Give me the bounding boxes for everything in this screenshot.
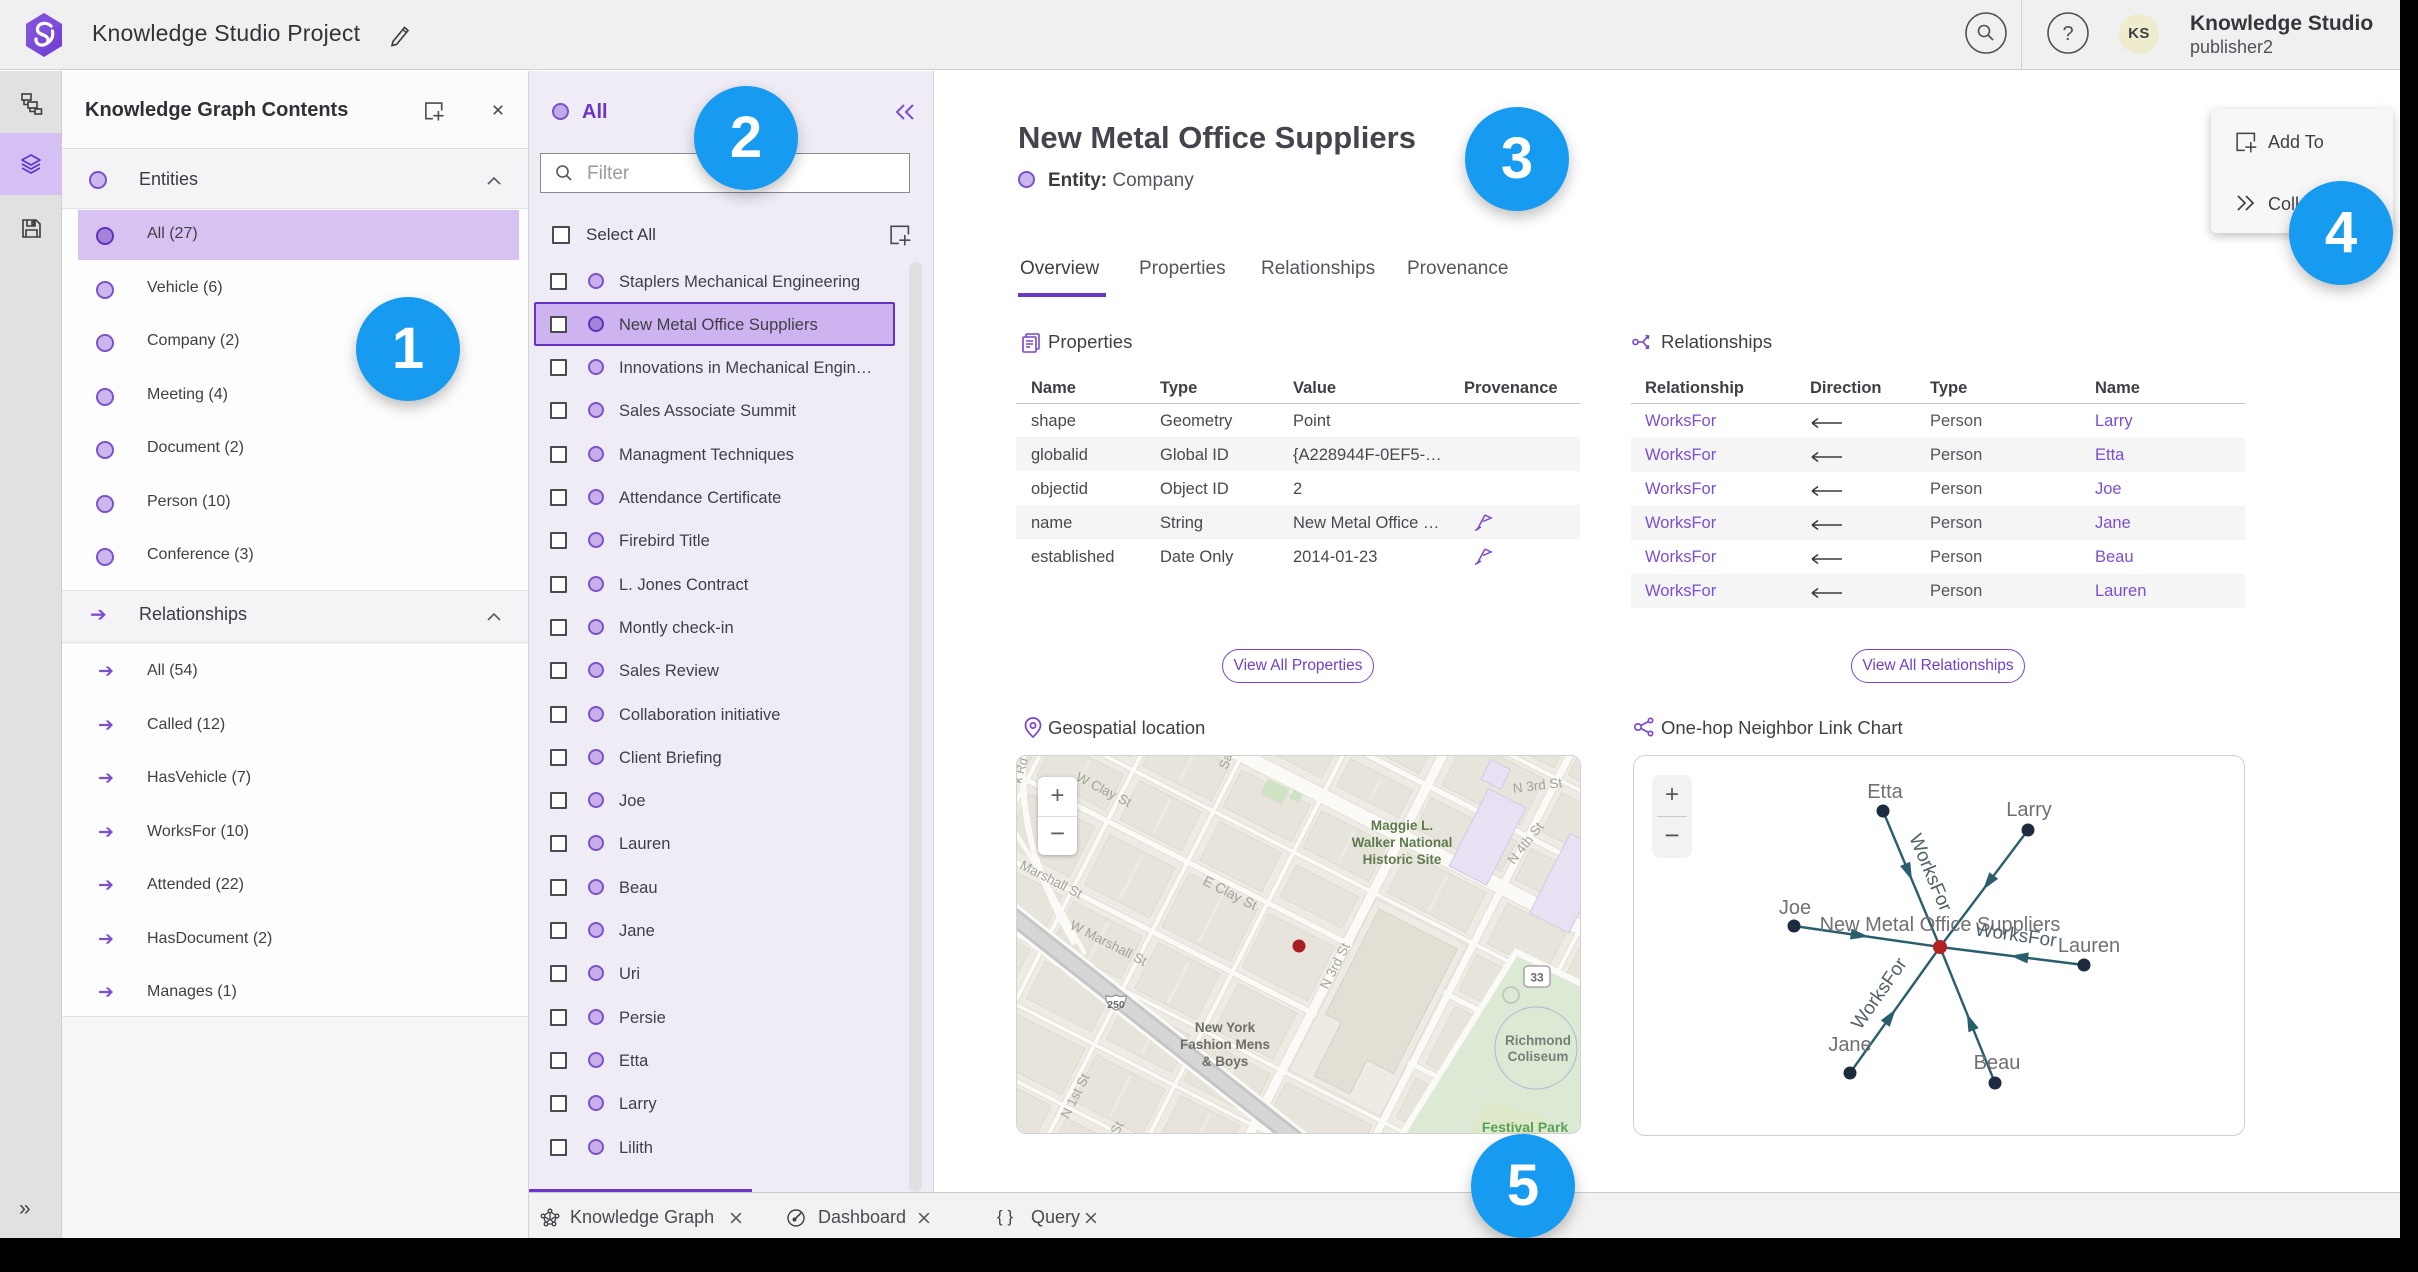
- svg-text:& Boys: & Boys: [1202, 1054, 1249, 1069]
- svg-text:Lauren: Lauren: [2058, 935, 2120, 957]
- svg-text:Coliseum: Coliseum: [1508, 1049, 1569, 1064]
- svg-text:Festival Park: Festival Park: [1482, 1119, 1569, 1134]
- svg-text:WorksFor: WorksFor: [1847, 954, 1912, 1034]
- svg-text:250: 250: [1107, 999, 1125, 1011]
- svg-text:Jane: Jane: [1828, 1034, 1871, 1056]
- svg-text:Maggie L.: Maggie L.: [1371, 818, 1433, 833]
- svg-text:Richmond: Richmond: [1505, 1033, 1571, 1048]
- svg-text:Fashion Mens: Fashion Mens: [1180, 1037, 1270, 1052]
- svg-text:Beau: Beau: [1974, 1052, 2021, 1074]
- svg-text:Larry: Larry: [2006, 799, 2052, 821]
- svg-text:Walker National: Walker National: [1352, 835, 1453, 850]
- svg-text:Joe: Joe: [1779, 897, 1811, 919]
- svg-text:33: 33: [1530, 971, 1544, 985]
- svg-text:?: ?: [2062, 23, 2073, 45]
- svg-text:Etta: Etta: [1867, 781, 1903, 803]
- svg-text:Historic Site: Historic Site: [1363, 852, 1442, 867]
- svg-text:New York: New York: [1195, 1020, 1256, 1035]
- svg-text:WorksFor: WorksFor: [1904, 831, 1956, 915]
